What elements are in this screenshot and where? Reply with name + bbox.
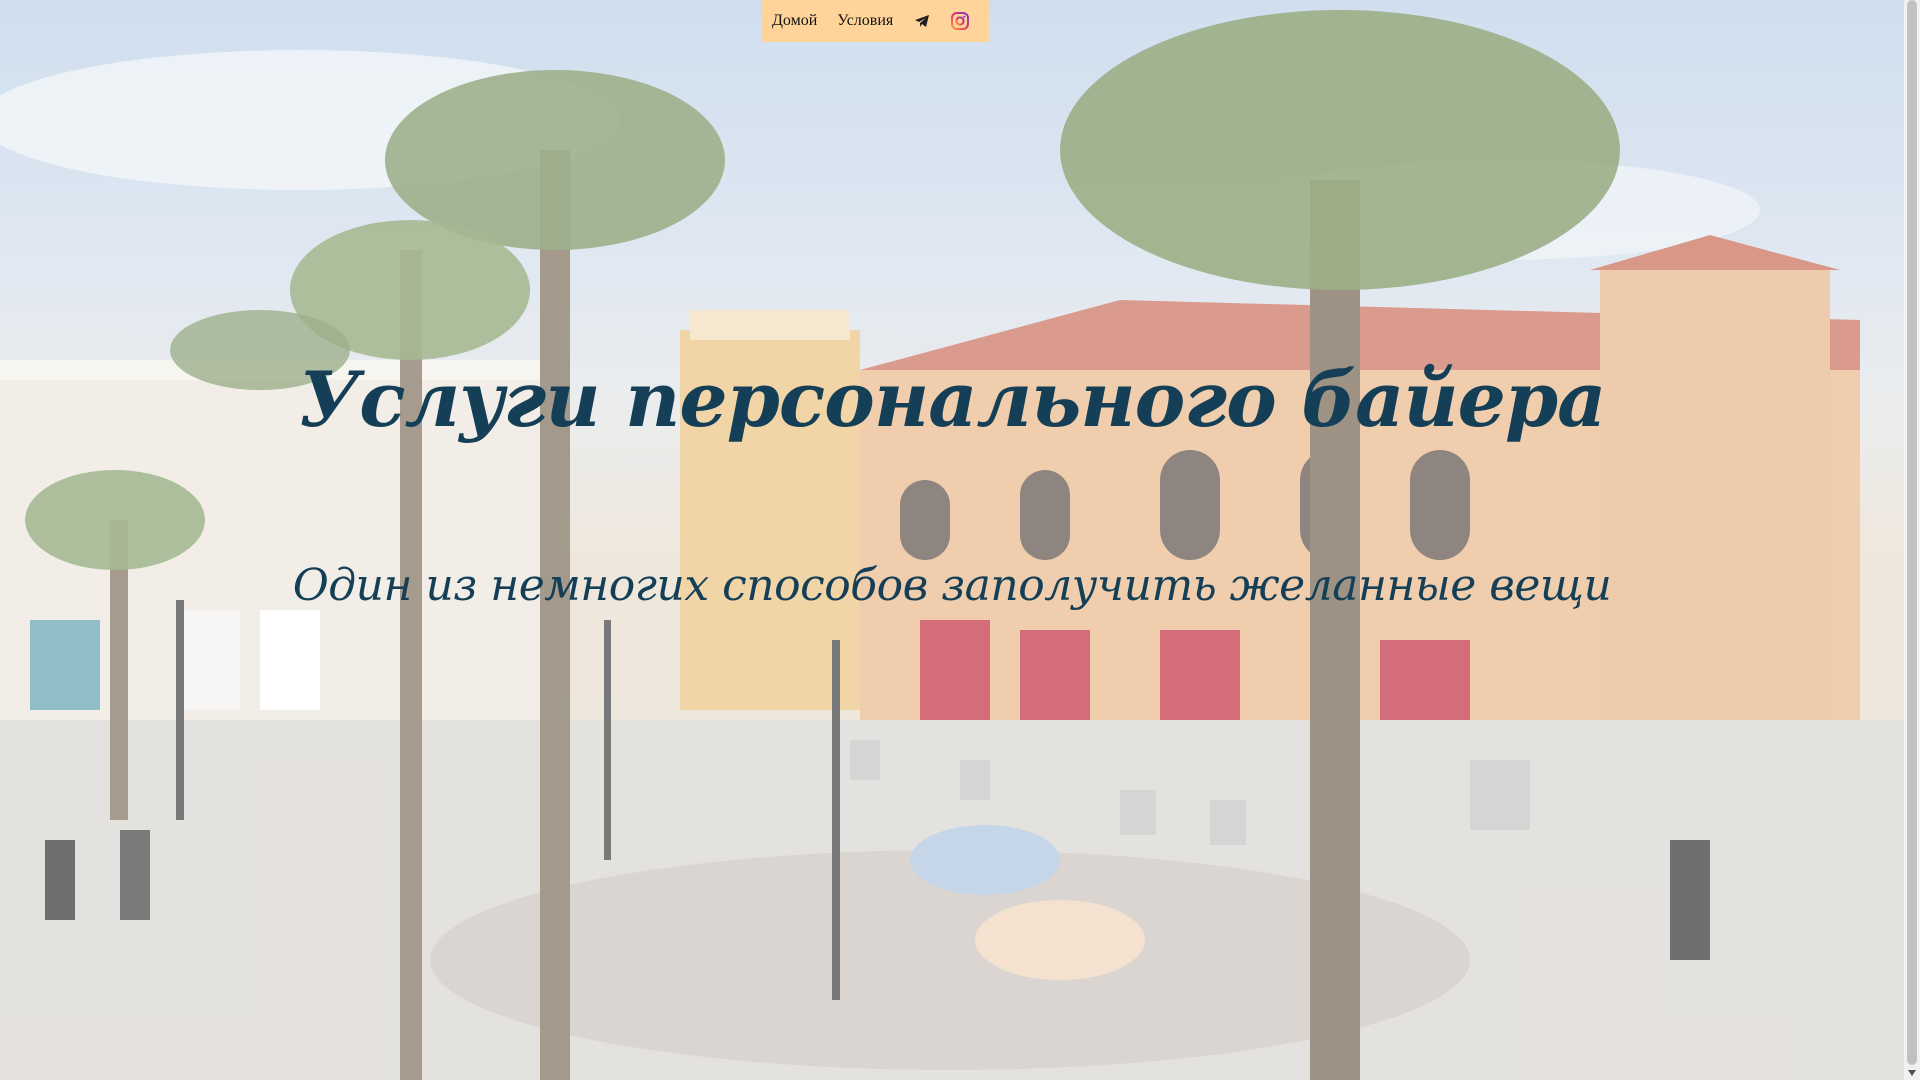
page-scrollbar[interactable] [1904,0,1920,1080]
hero-title: Услуги персонального байера [298,355,1607,444]
nav-home-link[interactable]: Домой [772,12,817,30]
top-navigation: Домой Условия [762,0,989,42]
scrollbar-thumb[interactable] [1907,0,1917,1065]
instagram-icon[interactable] [951,12,970,30]
hero-overlay [0,0,1904,1080]
nav-terms-link[interactable]: Условия [837,12,893,30]
hero-section [0,0,1904,1080]
telegram-icon[interactable] [913,12,931,30]
chevron-down-icon[interactable] [1904,1065,1920,1080]
hero-subtitle: Один из немногих способов заполучить жел… [292,560,1612,611]
